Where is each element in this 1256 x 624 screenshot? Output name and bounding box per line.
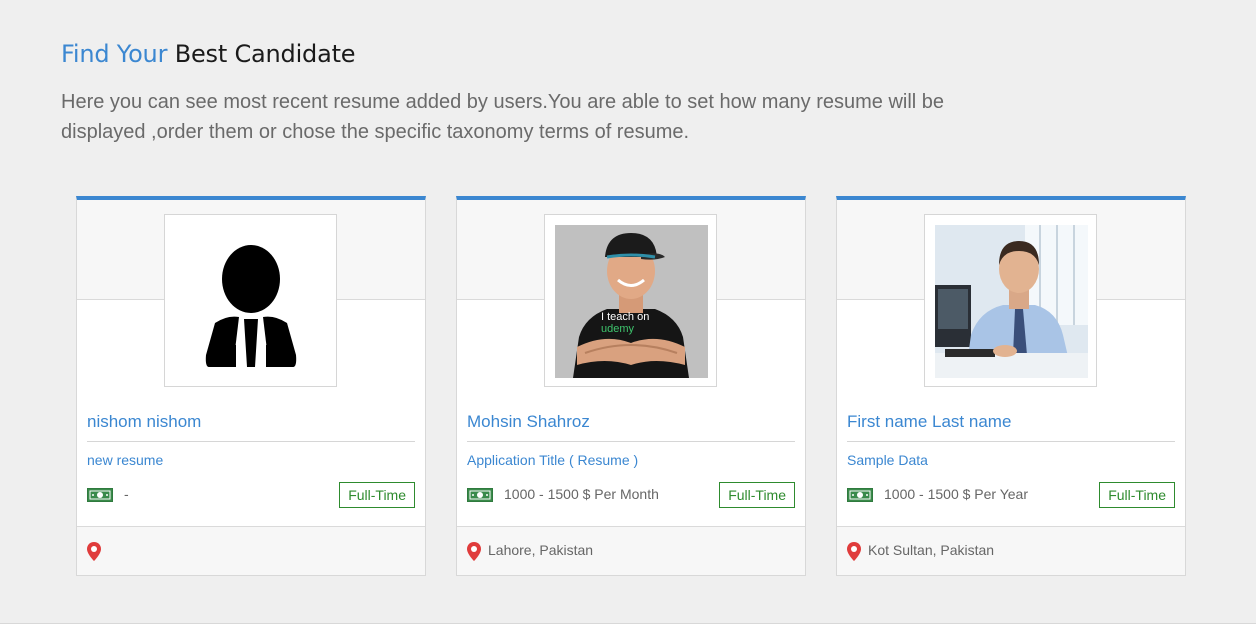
resume-title[interactable]: Application Title ( Resume ) <box>467 452 638 468</box>
candidate-card[interactable]: First name Last name Sample Data 1000 - … <box>836 196 1186 576</box>
resume-title[interactable]: Sample Data <box>847 452 928 468</box>
card-footer <box>77 526 425 575</box>
candidate-name[interactable]: nishom nishom <box>87 412 201 432</box>
salary-text: 1000 - 1500 $ Per Month <box>504 486 659 502</box>
candidate-name[interactable]: Mohsin Shahroz <box>467 412 590 432</box>
location-text: Lahore, Pakistan <box>488 542 594 558</box>
heading-rest: Best Candidate <box>174 40 356 68</box>
location-text: Kot Sultan, Pakistan <box>868 542 995 558</box>
salary-text: 1000 - 1500 $ Per Year <box>884 486 1029 502</box>
shirt-text: I teach on <box>601 311 649 323</box>
money-icon <box>847 488 873 502</box>
candidate-photo-frame[interactable]: I teach on udemy <box>544 214 717 387</box>
map-pin-icon <box>847 542 861 561</box>
section-intro: Here you can see most recent resume adde… <box>61 91 945 143</box>
card-divider <box>847 441 1175 442</box>
resume-title[interactable]: new resume <box>87 452 163 468</box>
money-icon <box>87 488 113 502</box>
candidate-card[interactable]: I teach on udemy Mohsin Shahroz Applicat… <box>456 196 806 576</box>
candidate-card[interactable]: nishom nishom new resume - Full-Time <box>76 196 426 576</box>
job-type-badge: Full-Time <box>719 482 795 508</box>
candidate-photo-frame[interactable] <box>924 214 1097 387</box>
section-heading: Find Your Best Candidate <box>61 38 356 70</box>
card-divider <box>87 441 415 442</box>
card-footer: Lahore, Pakistan <box>457 526 805 575</box>
svg-text:udemy: udemy <box>601 323 635 335</box>
candidate-photo: I teach on udemy <box>555 225 708 378</box>
map-pin-icon <box>87 542 101 561</box>
salary-text: - <box>124 486 129 502</box>
card-footer: Kot Sultan, Pakistan <box>837 526 1185 575</box>
card-divider <box>467 441 795 442</box>
candidate-name[interactable]: First name Last name <box>847 412 1011 432</box>
job-type-badge: Full-Time <box>339 482 415 508</box>
avatar-silhouette-icon <box>175 225 328 378</box>
job-type-badge: Full-Time <box>1099 482 1175 508</box>
map-pin-icon <box>467 542 481 561</box>
candidate-photo <box>935 225 1088 378</box>
candidate-photo-frame[interactable] <box>164 214 337 387</box>
money-icon <box>467 488 493 502</box>
heading-accent: Find Your <box>61 40 168 68</box>
